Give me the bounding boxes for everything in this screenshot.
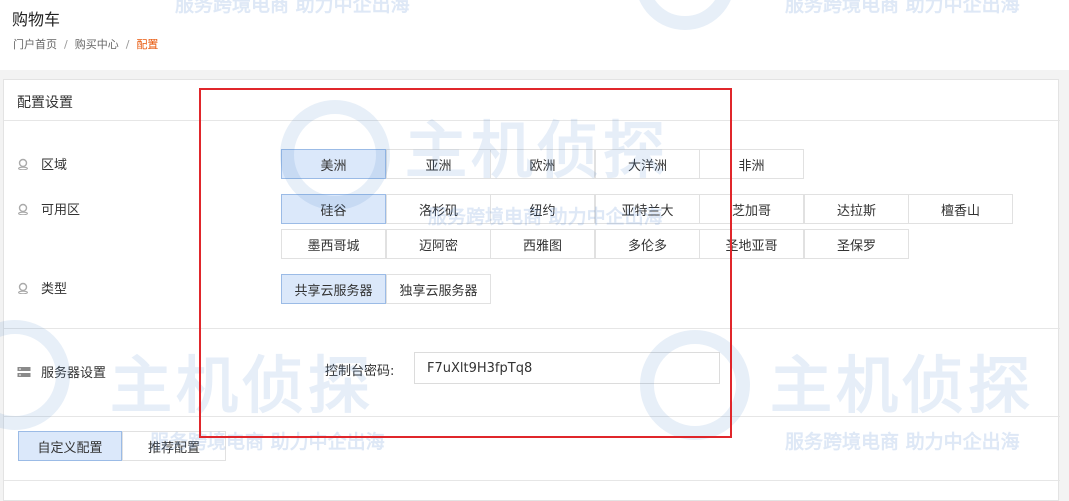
config-panel: 配置设置 区域 美洲 亚洲 欧洲 大洋洲 非洲 可用区 硅谷 洛杉矶 纽约 亚特… [3, 79, 1060, 501]
console-password-input[interactable] [414, 352, 720, 384]
type-option-shared-cloud[interactable]: 共享云服务器 [281, 274, 386, 304]
server-settings-label-row: 服务器设置 [17, 362, 106, 381]
divider [4, 416, 1060, 417]
zone-option-dallas[interactable]: 达拉斯 [804, 194, 909, 224]
location-pin-icon [17, 282, 29, 294]
type-label-row: 类型 [17, 278, 67, 297]
region-label-row: 区域 [17, 154, 67, 173]
page-title: 购物车 [12, 10, 61, 29]
location-pin-icon [17, 158, 29, 170]
page-header: 购物车 门户首页 / 购买中心 / 配置 [0, 0, 1069, 70]
region-option-oceania[interactable]: 大洋洲 [595, 149, 700, 179]
breadcrumb: 门户首页 / 购买中心 / 配置 [13, 36, 158, 52]
server-icon [17, 366, 31, 378]
console-password-label: 控制台密码: [325, 364, 395, 379]
custom-config-tab[interactable]: 自定义配置 [18, 431, 122, 461]
divider [4, 480, 1060, 481]
zone-option-honolulu[interactable]: 檀香山 [908, 194, 1013, 224]
server-settings-label: 服务器设置 [41, 366, 107, 381]
breadcrumb-purchase-center[interactable]: 购买中心 [75, 38, 119, 51]
zone-label-row: 可用区 [17, 199, 80, 218]
zone-option-sao-paulo[interactable]: 圣保罗 [804, 229, 909, 259]
location-pin-icon [17, 203, 29, 215]
zone-option-san-diego[interactable]: 圣地亚哥 [699, 229, 804, 259]
zone-option-los-angeles[interactable]: 洛杉矶 [386, 194, 491, 224]
panel-title: 配置设置 [17, 95, 73, 111]
zone-option-miami[interactable]: 迈阿密 [386, 229, 491, 259]
zone-option-silicon-valley[interactable]: 硅谷 [281, 194, 386, 224]
region-option-asia[interactable]: 亚洲 [386, 149, 491, 179]
zone-option-chicago[interactable]: 芝加哥 [699, 194, 804, 224]
zone-option-seattle[interactable]: 西雅图 [490, 229, 595, 259]
region-option-americas[interactable]: 美洲 [281, 149, 386, 179]
region-label: 区域 [41, 158, 68, 173]
zone-option-mexico-city[interactable]: 墨西哥城 [281, 229, 386, 259]
breadcrumb-separator: / [64, 38, 68, 51]
divider [4, 120, 1060, 121]
divider [4, 328, 1060, 329]
recommended-config-tab[interactable]: 推荐配置 [122, 431, 226, 461]
breadcrumb-home[interactable]: 门户首页 [13, 38, 57, 51]
zone-option-new-york[interactable]: 纽约 [490, 194, 595, 224]
breadcrumb-separator: / [125, 38, 130, 51]
breadcrumb-current: 配置 [136, 38, 159, 51]
region-option-europe[interactable]: 欧洲 [490, 149, 595, 179]
type-label: 类型 [41, 282, 68, 297]
type-option-dedicated-cloud[interactable]: 独享云服务器 [386, 274, 491, 304]
zone-option-toronto[interactable]: 多伦多 [595, 229, 700, 259]
zone-option-atlanta[interactable]: 亚特兰大 [595, 194, 700, 224]
zone-label: 可用区 [41, 203, 81, 218]
region-option-africa[interactable]: 非洲 [699, 149, 804, 179]
